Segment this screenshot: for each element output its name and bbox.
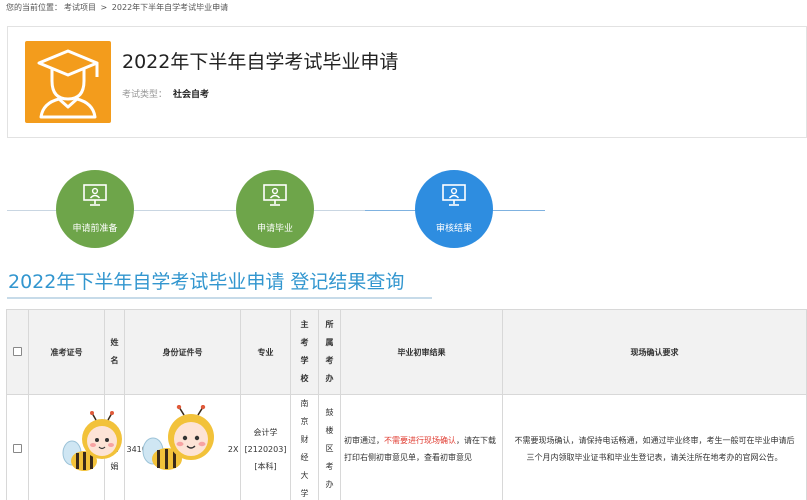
cell-district: 鼓楼区考办 (318, 394, 341, 500)
header-id-no: 身份证件号 (124, 309, 241, 395)
monitor-user-icon (263, 184, 287, 206)
school-name: 南京财经大学 (300, 399, 309, 498)
row-checkbox[interactable] (13, 443, 22, 453)
cell-major: 会计学 [2120203] [本科] (240, 394, 291, 500)
first-review-alert: 不需要进行现场确认 (384, 436, 456, 445)
first-review-text: 初审通过，不需要进行现场确认，请在下载打印右侧初审意见单，查看初审意见 (341, 432, 502, 466)
breadcrumb-separator: > (100, 3, 108, 12)
onsite-requirement: 不需要现场确认，请保持电话畅通，如通过毕业终审，考生一般可在毕业申请后三个月内领… (514, 436, 795, 462)
exam-type: 考试类型： 社会自考 (122, 87, 209, 100)
heading-underline (7, 297, 432, 299)
header-school-text: 主考学校 (300, 320, 309, 383)
header-onsite: 现场确认要求 (502, 309, 807, 395)
header-exam-no: 准考证号 (28, 309, 105, 395)
id-suffix: 2X (227, 444, 239, 454)
header-name-text: 姓名 (110, 338, 119, 365)
header-district-text: 所属考办 (325, 320, 334, 383)
exam-type-value: 社会自考 (173, 90, 210, 100)
row-select-cell (6, 394, 29, 500)
cell-onsite: 不需要现场确认，请保持电话畅通，如通过毕业终审，考生一般可在毕业申请后三个月内领… (502, 394, 807, 500)
monitor-user-icon (442, 184, 466, 206)
first-review-status: 初审通过， (344, 436, 384, 445)
major-code: [2120203] (244, 444, 287, 454)
cell-id-no: 3410 2X (124, 394, 241, 500)
cell-school: 南京财经大学 (290, 394, 319, 500)
header-major: 专业 (240, 309, 291, 395)
header-school: 主考学校 (290, 309, 319, 395)
table-row: 0 (6, 394, 807, 500)
step-label: 审核结果 (435, 224, 472, 234)
breadcrumb-link-exam-projects[interactable]: 考试项目 (64, 3, 96, 12)
step-label: 申请前准备 (72, 224, 118, 234)
masked-id-no: 3410 2X (127, 404, 239, 470)
masked-exam-no: 0 (62, 410, 122, 471)
bee-sticker-icon (62, 410, 122, 471)
graduate-cap-icon (25, 41, 111, 123)
header-name: 姓名 (104, 309, 125, 395)
bee-sticker-icon (142, 404, 214, 470)
result-table: 准考证号 姓名 身份证件号 专业 主考学校 所属考办 毕业初审结果 现场确认要求… (6, 309, 807, 500)
result-heading: 2022年下半年自学考试毕业申请 登记结果查询 (8, 271, 405, 293)
exam-type-label: 考试类型： (122, 90, 168, 100)
exam-title: 2022年下半年自学考试毕业申请 (122, 51, 399, 73)
monitor-user-icon (83, 184, 107, 206)
select-all-cell (6, 309, 29, 395)
step-label: 申请毕业 (256, 224, 293, 234)
header-district: 所属考办 (318, 309, 341, 395)
table-header-row: 准考证号 姓名 身份证件号 专业 主考学校 所属考办 毕业初审结果 现场确认要求 (6, 309, 807, 395)
step-apply[interactable]: 申请毕业 (236, 170, 314, 248)
step-review-result[interactable]: 审核结果 (415, 170, 493, 248)
breadcrumb: 您的当前位置： 考试项目 > 2022年下半年自学考试毕业申请 (6, 2, 230, 13)
exam-header-card: 2022年下半年自学考试毕业申请 考试类型： 社会自考 (7, 26, 807, 138)
header-first-review: 毕业初审结果 (340, 309, 503, 395)
major-name: 会计学 (253, 427, 278, 437)
district-name: 鼓楼区考办 (325, 408, 334, 489)
cell-exam-no: 0 (28, 394, 122, 500)
select-all-checkbox[interactable] (13, 346, 22, 356)
breadcrumb-current: 2022年下半年自学考试毕业申请 (111, 3, 229, 12)
cell-first-review: 初审通过，不需要进行现场确认，请在下载打印右侧初审意见单，查看初审意见 (340, 394, 503, 500)
major-level: [本科] (254, 461, 277, 471)
step-prepare[interactable]: 申请前准备 (56, 170, 134, 248)
breadcrumb-prefix: 您的当前位置： (6, 3, 62, 12)
